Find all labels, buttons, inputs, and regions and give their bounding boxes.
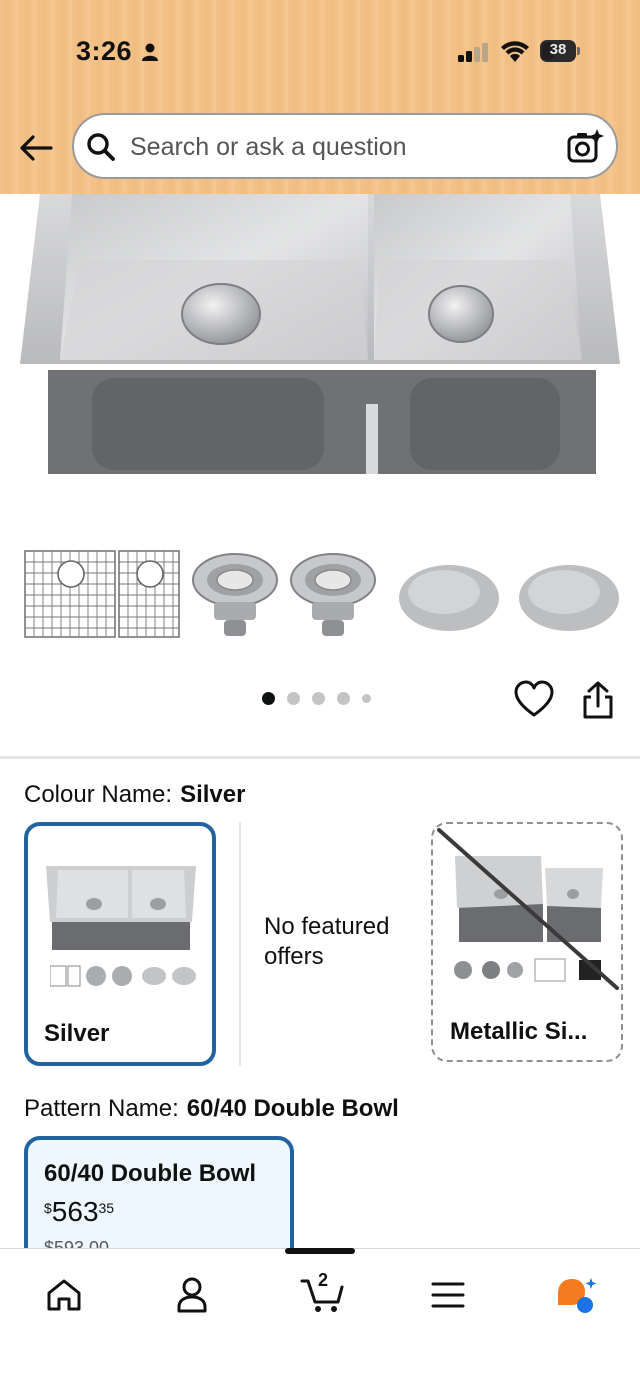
battery-indicator: 38	[540, 40, 580, 62]
colour-name-label: Colour Name:	[24, 781, 173, 808]
search-icon[interactable]	[86, 132, 116, 162]
header-bar: 3:26 38	[0, 0, 640, 194]
product-accessories-image[interactable]	[0, 540, 640, 650]
colour-option-caption: Metallic Si...	[450, 1018, 588, 1045]
scroll-handle[interactable]	[285, 1248, 355, 1254]
colour-name-row: Colour Name: Silver	[24, 781, 245, 809]
account-icon	[177, 1277, 207, 1313]
back-button[interactable]	[14, 126, 58, 170]
section-divider	[0, 756, 640, 759]
silver-sink-thumbnail	[46, 866, 196, 950]
wifi-icon	[501, 41, 529, 62]
silver-accessories-thumbnail	[50, 965, 196, 987]
price-currency: $	[44, 1200, 52, 1216]
no-featured-offers-text: No featured offers	[264, 913, 390, 970]
bottom-grid-right-image	[118, 550, 180, 638]
pattern-name-label: Pattern Name:	[24, 1095, 179, 1122]
camera-search-icon[interactable]	[566, 128, 604, 166]
strainer-left-image	[192, 553, 278, 636]
status-bar: 3:26 38	[0, 0, 640, 100]
pattern-name-row: Pattern Name: 60/40 Double Bowl	[24, 1095, 399, 1123]
price-whole: 563	[51, 1196, 99, 1227]
pagination-dot[interactable]	[287, 692, 300, 705]
colour-name-value: Silver	[180, 781, 246, 808]
price-fraction: 35	[98, 1200, 115, 1216]
heart-icon[interactable]	[514, 680, 554, 720]
person-icon	[142, 43, 158, 61]
drain-cover-left-image	[399, 565, 499, 631]
cart-count-badge: 2	[318, 1270, 329, 1290]
pagination-dot[interactable]	[337, 692, 350, 705]
nav-menu-button[interactable]	[418, 1270, 478, 1320]
share-icon[interactable]	[580, 680, 616, 720]
search-input[interactable]	[130, 128, 530, 166]
rufus-icon	[558, 1278, 597, 1313]
back-arrow-icon	[20, 135, 53, 161]
product-main-image[interactable]	[0, 194, 640, 494]
pagination-dot-active[interactable]	[262, 692, 275, 705]
pattern-name-value: 60/40 Double Bowl	[186, 1095, 399, 1122]
colour-option-metallic-silver[interactable]: Metallic Si...	[431, 822, 623, 1062]
nav-account-button[interactable]	[162, 1270, 222, 1320]
strainer-right-image	[290, 553, 376, 636]
drain-cover-right-image	[519, 565, 619, 631]
pagination-dot[interactable]	[312, 692, 325, 705]
bottom-grid-left-image	[24, 550, 116, 638]
pattern-option-title: 60/40 Double Bowl	[44, 1160, 257, 1187]
home-icon	[47, 1279, 81, 1311]
nav-home-button[interactable]	[34, 1270, 94, 1320]
pagination-dot[interactable]	[362, 694, 371, 703]
cellular-signal-icon	[458, 43, 488, 62]
pattern-option-price: $56335	[44, 1196, 114, 1228]
battery-percent: 38	[549, 41, 567, 58]
colour-option-silver[interactable]: Silver	[24, 822, 216, 1066]
menu-icon	[431, 1282, 465, 1308]
colour-option-caption: Silver	[44, 1020, 110, 1047]
nav-rufus-button[interactable]	[546, 1270, 606, 1320]
status-time: 3:26	[76, 36, 133, 66]
card-separator	[239, 822, 241, 1066]
